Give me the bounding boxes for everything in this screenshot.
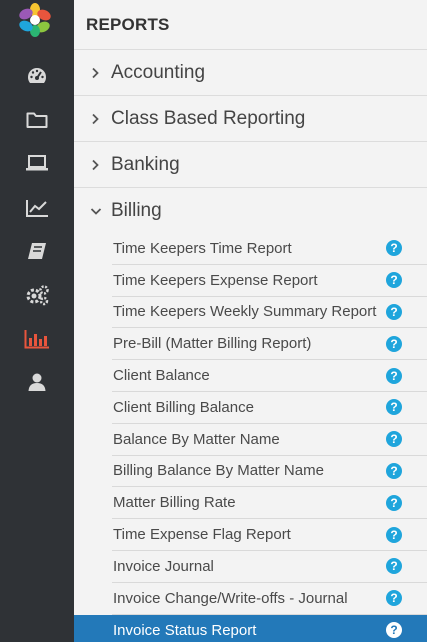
report-item[interactable]: Pre-Bill (Matter Billing Report) ? (112, 328, 427, 361)
help-icon[interactable]: ? (386, 303, 402, 320)
report-label: Matter Billing Rate (113, 494, 236, 512)
report-label: Invoice Status Report (113, 621, 257, 639)
help-icon[interactable]: ? (386, 272, 402, 289)
report-item[interactable]: Client Balance ? (112, 360, 427, 392)
report-label: Invoice Journal (113, 557, 214, 575)
rail-users[interactable] (0, 362, 74, 402)
reports-panel: REPORTS Accounting Class Based Reporting… (74, 0, 427, 642)
help-icon[interactable]: ? (386, 494, 402, 511)
user-icon (28, 373, 46, 391)
report-label: Time Keepers Weekly Summary Report (113, 303, 377, 321)
chevron-down-icon (90, 206, 104, 216)
bar-chart-icon (24, 330, 49, 349)
section-label: Banking (111, 154, 180, 175)
report-item[interactable]: Time Keepers Expense Report ? (112, 265, 427, 297)
page-title: REPORTS (86, 14, 170, 34)
book-icon (28, 243, 46, 259)
section-banking[interactable]: Banking (74, 143, 427, 188)
dashboard-icon (27, 68, 47, 83)
gears-icon (26, 285, 49, 306)
report-label: Client Billing Balance (113, 398, 254, 416)
section-label: Class Based Reporting (111, 108, 306, 129)
rail-matters[interactable] (0, 100, 74, 140)
line-chart-icon (26, 200, 48, 217)
rail-reports[interactable] (0, 319, 74, 359)
report-label: Time Keepers Time Report (113, 239, 292, 257)
report-item-active[interactable]: Invoice Status Report ? (74, 614, 427, 642)
rail-settings[interactable] (0, 275, 74, 315)
help-icon[interactable]: ? (386, 526, 402, 543)
report-label: Client Balance (113, 367, 210, 385)
report-item[interactable]: Time Keepers Time Report ? (112, 233, 427, 265)
help-icon[interactable]: ? (386, 558, 402, 575)
help-icon[interactable]: ? (386, 240, 402, 257)
billing-report-list: Time Keepers Time Report ? Time Keepers … (74, 233, 427, 642)
section-class-based-reporting[interactable]: Class Based Reporting (74, 97, 427, 142)
chevron-right-icon (90, 67, 104, 79)
chevron-right-icon (90, 159, 104, 171)
report-item[interactable]: Invoice Journal ? (112, 551, 427, 583)
help-icon[interactable]: ? (386, 462, 402, 479)
app-logo[interactable] (17, 2, 53, 38)
report-label: Time Expense Flag Report (113, 526, 291, 544)
section-billing[interactable]: Billing (74, 188, 427, 233)
report-item[interactable]: Invoice Change/Write-offs - Journal ? (112, 583, 427, 615)
report-label: Invoice Change/Write-offs - Journal (113, 589, 348, 607)
report-item[interactable]: Client Billing Balance ? (112, 392, 427, 424)
help-icon[interactable]: ? (386, 399, 402, 416)
rail-computer[interactable] (0, 143, 74, 183)
help-icon[interactable]: ? (386, 431, 402, 448)
panel-header: REPORTS (74, 0, 427, 50)
report-item[interactable]: Balance By Matter Name ? (112, 424, 427, 456)
rail-dashboard[interactable] (0, 56, 74, 96)
report-label: Balance By Matter Name (113, 430, 280, 448)
report-item[interactable]: Matter Billing Rate ? (112, 487, 427, 520)
chevron-right-icon (90, 113, 104, 125)
section-label: Billing (111, 199, 162, 221)
help-icon[interactable]: ? (386, 335, 402, 352)
help-icon[interactable]: ? (386, 622, 402, 639)
laptop-icon (26, 155, 48, 171)
report-item[interactable]: Billing Balance By Matter Name ? (112, 456, 427, 488)
rail-ledger[interactable] (0, 231, 74, 271)
help-icon[interactable]: ? (386, 590, 402, 607)
section-accounting[interactable]: Accounting (74, 51, 427, 96)
rail-analytics[interactable] (0, 188, 74, 228)
report-label: Billing Balance By Matter Name (113, 462, 324, 480)
report-label: Pre-Bill (Matter Billing Report) (113, 335, 312, 353)
section-label: Accounting (111, 62, 206, 83)
report-item[interactable]: Time Keepers Weekly Summary Report ? (112, 297, 427, 329)
help-icon[interactable]: ? (386, 367, 402, 384)
nav-rail (0, 0, 74, 642)
report-label: Time Keepers Expense Report (113, 271, 318, 289)
report-item[interactable]: Time Expense Flag Report ? (112, 519, 427, 551)
folder-icon (26, 112, 48, 128)
